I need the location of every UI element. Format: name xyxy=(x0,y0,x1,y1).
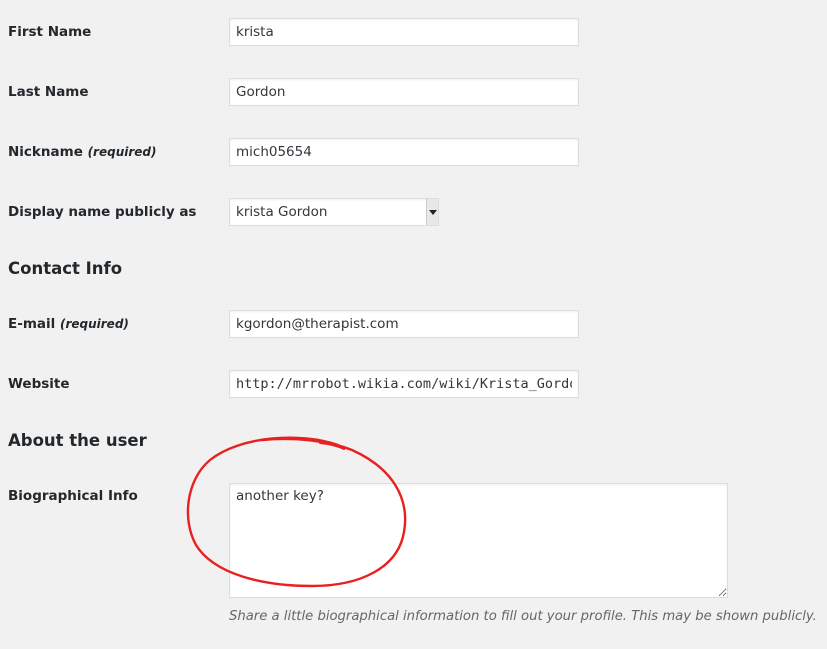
about-user-heading: About the user xyxy=(8,431,147,450)
display-name-selected: krista Gordon xyxy=(236,204,328,220)
email-label: E-mail (required) xyxy=(8,316,129,332)
email-label-text: E-mail xyxy=(8,316,56,332)
website-label: Website xyxy=(8,376,70,392)
first-name-input[interactable] xyxy=(229,18,579,46)
bio-label: Biographical Info xyxy=(8,488,138,504)
nickname-input[interactable] xyxy=(229,138,579,166)
nickname-label-text: Nickname xyxy=(8,144,83,160)
contact-info-heading: Contact Info xyxy=(8,259,123,278)
nickname-label: Nickname (required) xyxy=(8,144,156,160)
nickname-required-note: (required) xyxy=(87,145,157,159)
chevron-down-icon[interactable] xyxy=(426,199,438,225)
bio-textarea[interactable]: another key? xyxy=(229,483,728,598)
profile-form: First Name Last Name Nickname (required)… xyxy=(0,0,827,649)
last-name-input[interactable] xyxy=(229,78,579,106)
display-name-select[interactable]: krista Gordon xyxy=(229,198,439,226)
website-input[interactable] xyxy=(229,370,579,398)
first-name-label: First Name xyxy=(8,24,92,40)
email-input[interactable] xyxy=(229,310,579,338)
bio-description: Share a little biographical information … xyxy=(229,609,817,624)
display-name-label: Display name publicly as xyxy=(8,204,197,220)
email-required-note: (required) xyxy=(59,317,129,331)
last-name-label: Last Name xyxy=(8,84,89,100)
